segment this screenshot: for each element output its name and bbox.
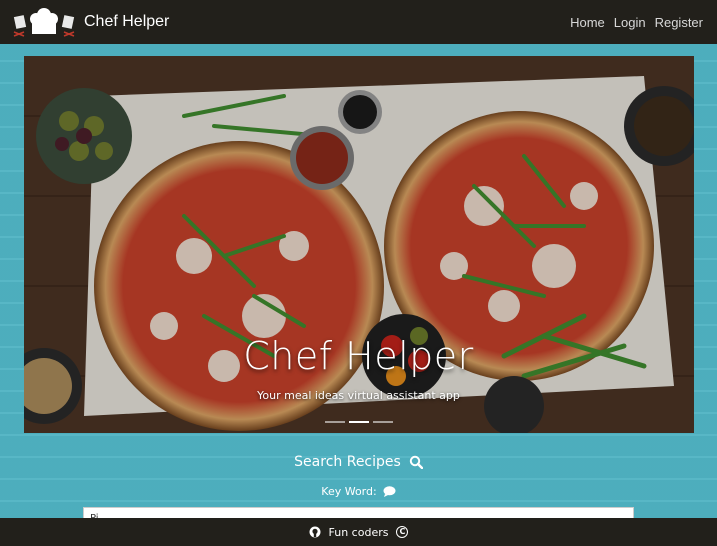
carousel-indicator[interactable] bbox=[373, 421, 393, 423]
footer-text: Fun coders bbox=[328, 525, 389, 539]
search-heading: Search Recipes bbox=[0, 454, 717, 470]
nav-register-link[interactable]: Register bbox=[655, 15, 703, 30]
search-heading-text: Search Recipes bbox=[294, 454, 401, 470]
keyword-label: Key Word: bbox=[0, 485, 717, 498]
brand-name: Chef Helper bbox=[84, 13, 170, 30]
search-icon bbox=[409, 455, 423, 469]
copyright-icon: C bbox=[396, 526, 409, 538]
nav-home-link[interactable]: Home bbox=[570, 15, 605, 30]
carousel-indicator[interactable] bbox=[325, 421, 345, 423]
nav-login-link[interactable]: Login bbox=[614, 15, 646, 30]
keyword-label-text: Key Word: bbox=[321, 485, 377, 498]
nav-links: Home Login Register bbox=[570, 15, 703, 30]
github-icon[interactable] bbox=[309, 526, 321, 538]
footer: Fun coders C bbox=[0, 518, 717, 546]
comment-icon bbox=[383, 486, 396, 497]
carousel-indicators bbox=[24, 421, 694, 423]
hero-subtitle: Your meal ideas virtual assistant app bbox=[257, 389, 460, 402]
hero-title: Chef Helper bbox=[243, 334, 474, 378]
carousel-indicator-active[interactable] bbox=[349, 421, 369, 423]
chef-hat-logo-icon bbox=[13, 8, 75, 37]
brand-link[interactable]: Chef Helper bbox=[12, 6, 169, 38]
navbar: Chef Helper Home Login Register bbox=[0, 0, 717, 44]
